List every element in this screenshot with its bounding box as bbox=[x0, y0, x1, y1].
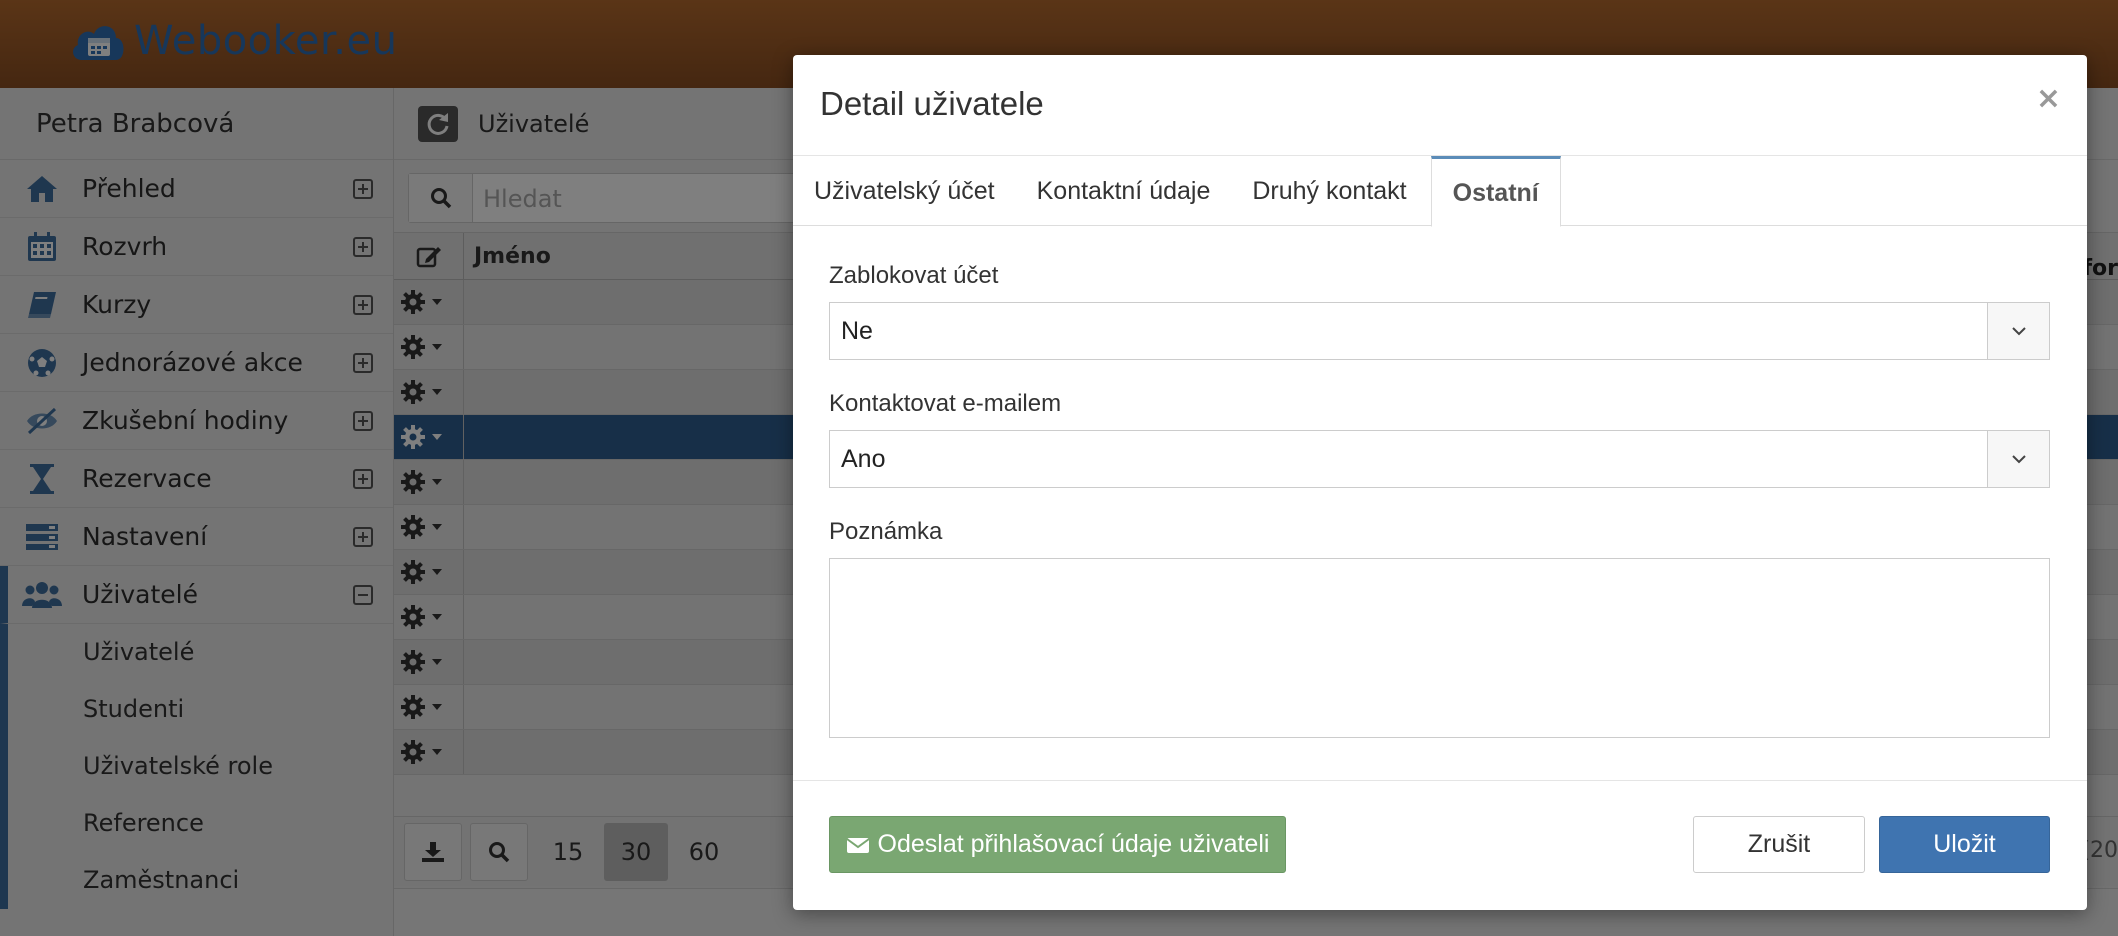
send-credentials-label: Odeslat přihlašovací údaje uživateli bbox=[877, 830, 1270, 858]
modal-tabs: Uživatelský účet Kontaktní údaje Druhý k… bbox=[793, 156, 2087, 227]
contact-email-label: Kontaktovat e-mailem bbox=[829, 390, 1062, 417]
send-credentials-button[interactable]: Odeslat přihlašovací údaje uživateli bbox=[829, 816, 1286, 873]
note-textarea[interactable] bbox=[829, 558, 2050, 738]
tab-kontaktni-udaje[interactable]: Kontaktní údaje bbox=[1016, 156, 1232, 226]
modal-body: Zablokovat účet Ne Kontaktovat e-mailem … bbox=[793, 226, 2087, 738]
block-account-label: Zablokovat účet bbox=[829, 262, 999, 289]
save-button[interactable]: Uložit bbox=[1879, 816, 2050, 873]
modal-title: Detail uživatele bbox=[820, 85, 1044, 122]
modal-header: Detail uživatele × bbox=[793, 55, 2087, 156]
modal-footer: Odeslat přihlašovací údaje uživateli Zru… bbox=[793, 780, 2087, 910]
cancel-button[interactable]: Zrušit bbox=[1693, 816, 1865, 873]
block-account-value: Ne bbox=[841, 317, 873, 345]
tab-druhy-kontakt[interactable]: Druhý kontakt bbox=[1231, 156, 1427, 226]
envelope-icon bbox=[845, 837, 870, 853]
block-account-select[interactable]: Ne bbox=[829, 302, 2050, 360]
contact-email-value: Ano bbox=[841, 445, 886, 473]
tab-ostatni[interactable]: Ostatní bbox=[1430, 156, 1561, 227]
chevron-down-icon[interactable] bbox=[1987, 303, 2049, 359]
tab-uzivatelsky-ucet[interactable]: Uživatelský účet bbox=[793, 156, 1016, 226]
note-label: Poznámka bbox=[829, 518, 943, 545]
user-detail-modal: Detail uživatele × Uživatelský účet Kont… bbox=[793, 55, 2087, 910]
contact-email-select[interactable]: Ano bbox=[829, 430, 2050, 488]
chevron-down-icon[interactable] bbox=[1987, 431, 2049, 487]
close-icon[interactable]: × bbox=[2036, 81, 2061, 116]
